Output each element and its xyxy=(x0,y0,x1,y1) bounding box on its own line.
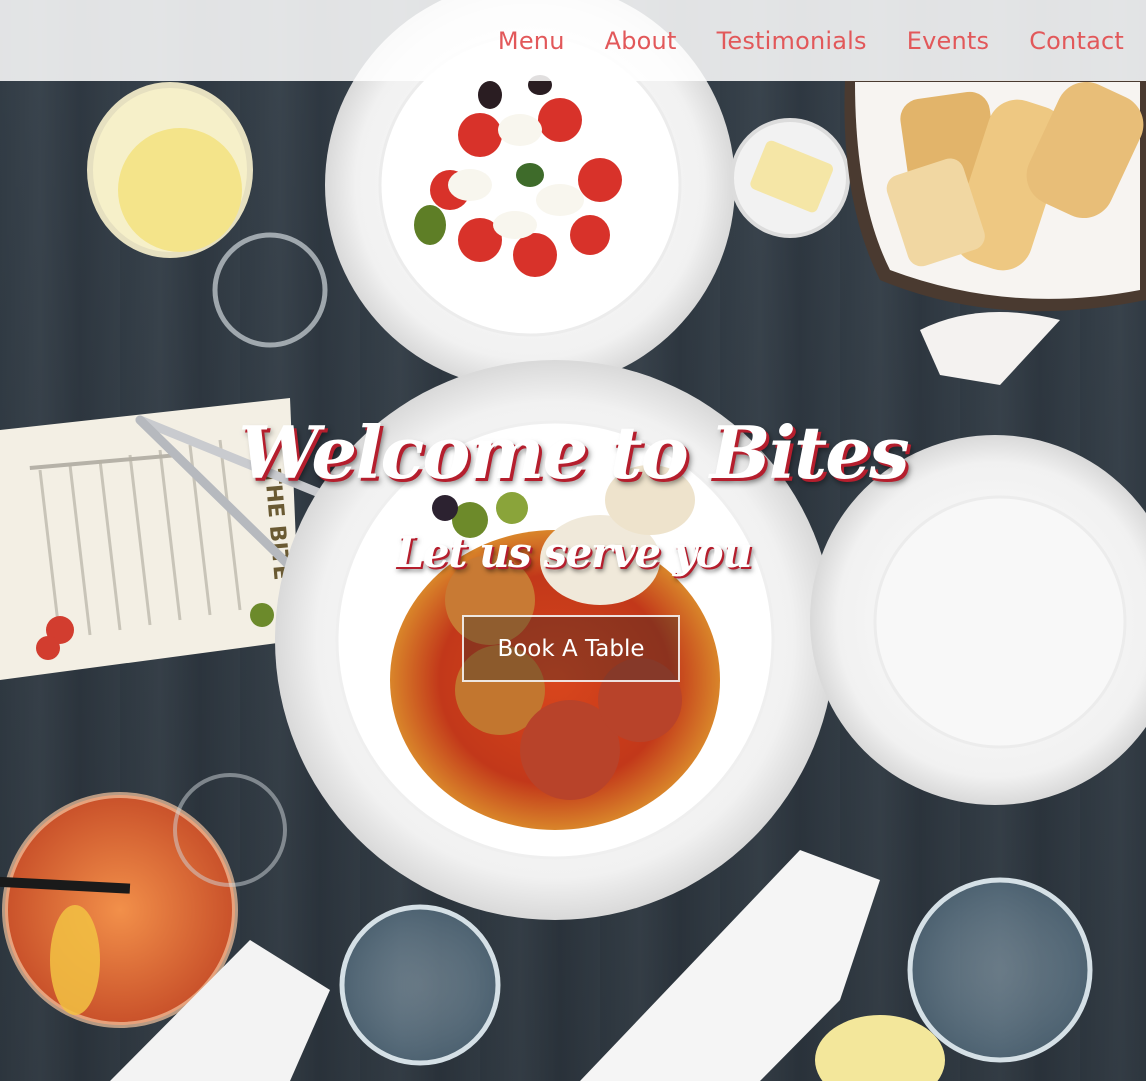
bread-basket xyxy=(844,80,1146,385)
juice-glass xyxy=(87,82,328,348)
nav-link-contact[interactable]: Contact xyxy=(1029,27,1124,55)
nav-link-about[interactable]: About xyxy=(605,27,677,55)
top-navigation-bar: Menu About Testimonials Events Contact xyxy=(0,0,1146,81)
nav-link-events[interactable]: Events xyxy=(907,27,989,55)
book-a-table-button[interactable]: Book A Table xyxy=(462,615,680,682)
nav-link-menu[interactable]: Menu xyxy=(498,27,565,55)
nav-link-testimonials[interactable]: Testimonials xyxy=(717,27,867,55)
hero-title: Welcome to Bites xyxy=(238,410,909,495)
butter-dish xyxy=(730,118,850,238)
hero-subtitle: Let us serve you xyxy=(394,528,753,577)
